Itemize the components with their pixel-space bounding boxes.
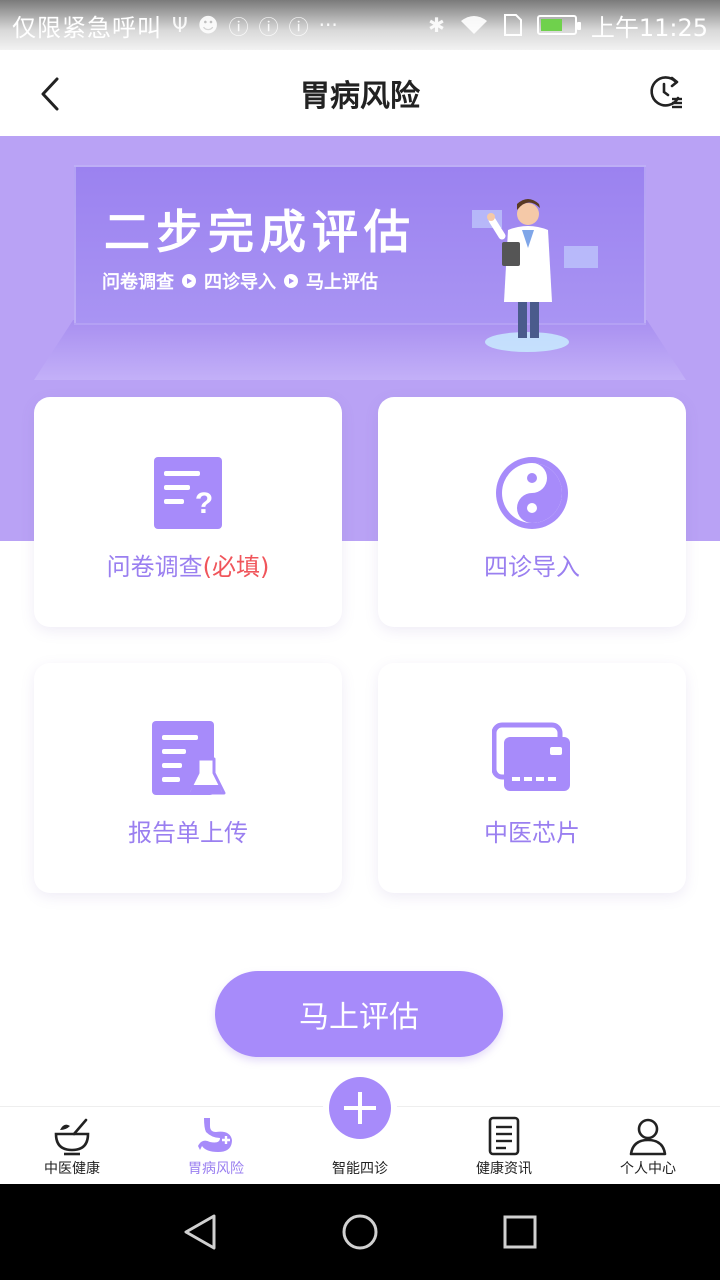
required-tag: (必填) (202, 553, 270, 581)
circle-home-icon (342, 1214, 378, 1250)
status-right: ✱ 上午11:25 (428, 8, 708, 43)
questionnaire-text: 问卷调查 (106, 553, 203, 581)
svg-text:?: ? (195, 487, 213, 520)
back-button[interactable] (32, 74, 68, 114)
app-header: 胃病风险 (0, 50, 720, 136)
lab-report-icon (152, 721, 226, 795)
step-arrow-icon (284, 274, 298, 288)
sim-icon (503, 14, 522, 36)
triangle-back-icon (184, 1214, 216, 1250)
banner-step-2: 四诊导入 (204, 272, 276, 293)
clock-time: 上午11:25 (590, 13, 708, 42)
banner-steps: 问卷调查 四诊导入 马上评估 (102, 268, 378, 294)
history-icon (650, 76, 682, 109)
banner-step-3: 马上评估 (306, 272, 378, 293)
carrier-text: 仅限紧急呼叫 (12, 13, 162, 42)
nav-label: 健康资讯 (476, 1161, 532, 1177)
nav-item-profile[interactable]: 个人中心 (576, 1107, 720, 1184)
chevron-left-icon (41, 77, 59, 111)
banner-step-1: 问卷调查 (102, 272, 174, 293)
system-recents-button[interactable] (495, 1207, 545, 1257)
stomach-icon (198, 1118, 232, 1152)
tcm-chip-card[interactable]: 中医芯片 (378, 663, 686, 893)
person-icon (629, 1118, 667, 1156)
nav-label: 中医健康 (44, 1161, 100, 1177)
report-upload-card[interactable]: 报告单上传 (34, 663, 342, 893)
system-back-button[interactable] (175, 1207, 225, 1257)
info-icon: ⓘ (258, 14, 279, 39)
system-home-button[interactable] (335, 1207, 385, 1257)
report-upload-label: 报告单上传 (128, 819, 248, 847)
page-title: 胃病风险 (300, 79, 420, 114)
card-chip-icon (492, 722, 570, 791)
wifi-icon (460, 16, 487, 34)
more-icon: ··· (318, 13, 338, 37)
questionnaire-card[interactable]: ? 问卷调查(必填) (34, 397, 342, 627)
battery-icon (536, 15, 581, 35)
plus-icon (344, 1092, 376, 1124)
nav-item-tcm-health[interactable]: 中医健康 (0, 1107, 144, 1184)
status-bar: 仅限紧急呼叫 Ψ ☻ ⓘ ⓘ ⓘ ··· ✱ 上午11:25 (0, 0, 720, 50)
diagnosis-import-card[interactable]: 四诊导入 (378, 397, 686, 627)
info-icon: ⓘ (288, 14, 309, 39)
smart-diagnosis-button[interactable] (329, 1077, 391, 1139)
usb-icon: Ψ (172, 13, 188, 37)
doctor-illustration (472, 199, 598, 352)
nav-item-stomach-risk[interactable]: 胃病风险 (144, 1107, 288, 1184)
banner-title: 二步完成评估 (104, 205, 416, 259)
info-icon: ⓘ (228, 14, 249, 39)
assess-now-button[interactable]: 马上评估 (215, 971, 503, 1057)
bluetooth-icon: ✱ (428, 13, 445, 37)
history-button[interactable] (646, 72, 686, 112)
nav-item-health-news[interactable]: 健康资讯 (432, 1107, 576, 1184)
nav-label: 胃病风险 (188, 1161, 244, 1177)
document-icon (488, 1116, 520, 1156)
questionnaire-icon: ? (154, 457, 222, 529)
mortar-icon (54, 1118, 90, 1156)
status-left: 仅限紧急呼叫 Ψ ☻ ⓘ ⓘ ⓘ ··· (12, 8, 428, 43)
system-navigation-bar (0, 1184, 720, 1280)
square-recents-icon (503, 1215, 537, 1249)
tcm-chip-label: 中医芯片 (484, 819, 580, 847)
android-icon: ☻ (197, 13, 219, 37)
nav-label: 个人中心 (620, 1161, 676, 1177)
step-arrow-icon (182, 274, 196, 288)
diagnosis-import-label: 四诊导入 (484, 553, 580, 581)
yin-yang-icon (496, 457, 568, 529)
nav-label: 智能四诊 (332, 1161, 388, 1177)
questionnaire-label: 问卷调查(必填) (107, 547, 270, 582)
